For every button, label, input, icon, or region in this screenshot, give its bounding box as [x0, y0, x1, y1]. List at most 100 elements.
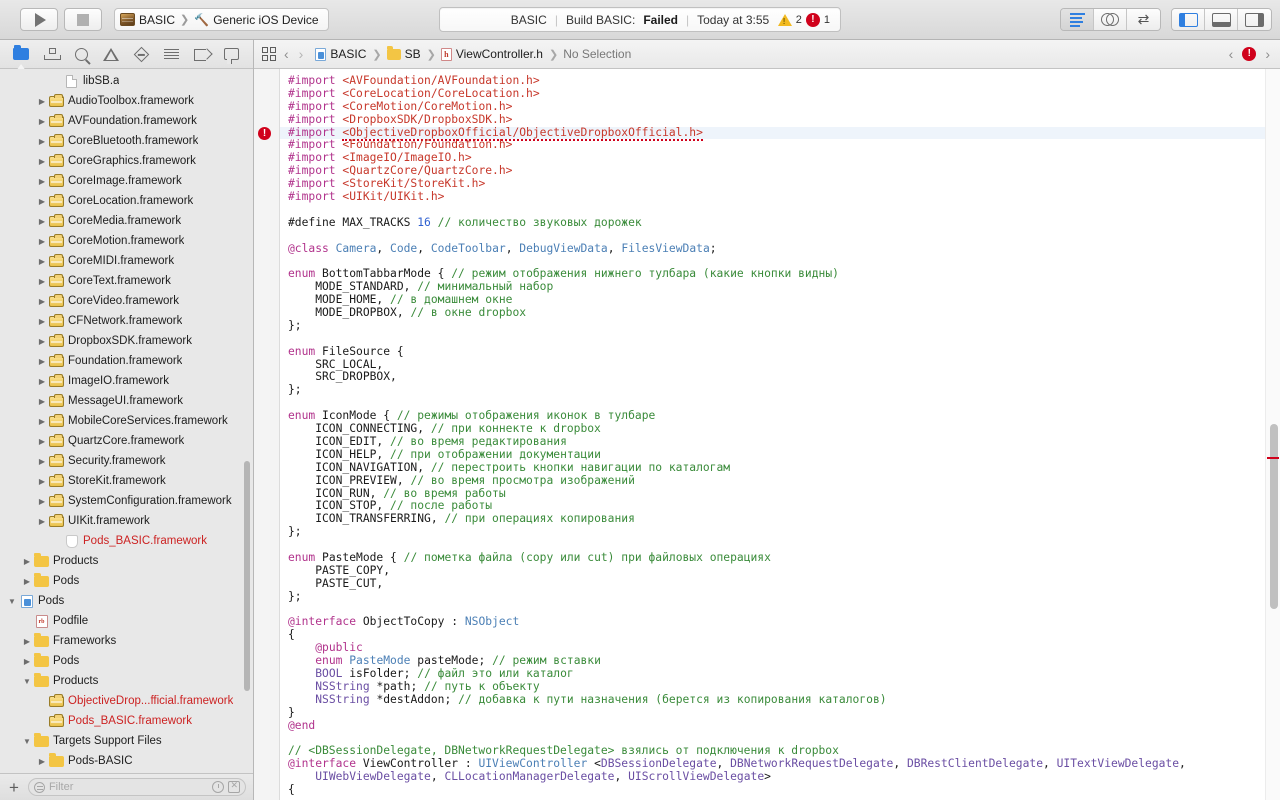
disclosure-triangle-closed[interactable] [36, 237, 48, 246]
disclosure-triangle-open[interactable] [6, 597, 18, 606]
disclosure-triangle-closed[interactable] [36, 477, 48, 486]
tab-test-navigator[interactable] [130, 44, 154, 64]
disclosure-triangle-closed[interactable] [36, 197, 48, 206]
tree-row[interactable]: CoreVideo.framework [0, 291, 253, 311]
editor-scrollbar-thumb[interactable] [1270, 424, 1278, 609]
tree-row[interactable]: Pods_BASIC.framework [0, 711, 253, 731]
gutter-error-badge[interactable]: ! [258, 127, 271, 140]
disclosure-triangle-closed[interactable] [36, 97, 48, 106]
tab-breakpoint-navigator[interactable] [190, 44, 214, 64]
disclosure-triangle-closed[interactable] [36, 357, 48, 366]
navigator-toggle-button[interactable] [1172, 9, 1205, 30]
utilities-toggle-button[interactable] [1238, 9, 1271, 30]
tree-row[interactable]: ObjectiveDrop...fficial.framework [0, 691, 253, 711]
recent-files-icon[interactable] [212, 781, 224, 793]
disclosure-triangle-closed[interactable] [36, 397, 48, 406]
tree-row[interactable]: QuartzCore.framework [0, 431, 253, 451]
tree-row[interactable]: Pods [0, 571, 253, 591]
assistant-editor-button[interactable] [1094, 9, 1127, 30]
navigate-back-button[interactable]: ‹ [282, 46, 291, 62]
tree-row[interactable]: Targets Support Files [0, 731, 253, 751]
disclosure-triangle-closed[interactable] [36, 157, 48, 166]
tree-row[interactable]: MessageUI.framework [0, 391, 253, 411]
previous-issue-button[interactable]: ‹ [1227, 46, 1236, 62]
project-file-tree[interactable]: libSB.aAudioToolbox.frameworkAVFoundatio… [0, 69, 253, 773]
tree-row[interactable]: CoreGraphics.framework [0, 151, 253, 171]
next-issue-button[interactable]: › [1263, 46, 1272, 62]
source-control-filter-icon[interactable] [228, 781, 240, 793]
navigator-scrollbar[interactable] [242, 71, 251, 771]
tree-row[interactable]: Frameworks [0, 631, 253, 651]
add-file-button[interactable]: + [7, 779, 21, 796]
disclosure-triangle-closed[interactable] [36, 277, 48, 286]
tree-row[interactable]: AVFoundation.framework [0, 111, 253, 131]
related-items-icon[interactable] [262, 47, 276, 61]
disclosure-triangle-closed[interactable] [36, 257, 48, 266]
run-button[interactable] [20, 8, 58, 31]
tree-row[interactable]: CoreText.framework [0, 271, 253, 291]
tab-report-navigator[interactable] [220, 44, 244, 64]
tree-row[interactable]: StoreKit.framework [0, 471, 253, 491]
filter-field[interactable]: Filter [28, 778, 246, 796]
disclosure-triangle-closed[interactable] [36, 437, 48, 446]
disclosure-triangle-closed[interactable] [36, 457, 48, 466]
tree-row[interactable]: Pods [0, 651, 253, 671]
tab-project-navigator[interactable] [9, 44, 33, 64]
tree-row[interactable]: SystemConfiguration.framework [0, 491, 253, 511]
tree-row[interactable]: Security.framework [0, 451, 253, 471]
disclosure-triangle-closed[interactable] [36, 117, 48, 126]
tree-row[interactable]: CoreMotion.framework [0, 231, 253, 251]
tree-row[interactable]: Pods_BASIC.framework [0, 531, 253, 551]
disclosure-triangle-closed[interactable] [21, 557, 33, 566]
tree-row[interactable]: rbPodfile [0, 611, 253, 631]
tree-row[interactable]: MobileCoreServices.framework [0, 411, 253, 431]
breadcrumb-item-file[interactable]: h ViewController.h ❯ [441, 47, 558, 61]
tab-issue-navigator[interactable] [99, 44, 123, 64]
disclosure-triangle-closed[interactable] [21, 637, 33, 646]
debug-area-toggle-button[interactable] [1205, 9, 1238, 30]
tree-row[interactable]: CoreImage.framework [0, 171, 253, 191]
tree-row[interactable]: CFNetwork.framework [0, 311, 253, 331]
disclosure-triangle-closed[interactable] [36, 177, 48, 186]
tab-find-navigator[interactable] [69, 44, 93, 64]
tree-row[interactable]: CoreBluetooth.framework [0, 131, 253, 151]
editor-scrollbar[interactable] [1265, 69, 1280, 800]
editor-gutter[interactable]: ! [254, 69, 280, 800]
disclosure-triangle-open[interactable] [21, 737, 33, 746]
breadcrumb-item-selection[interactable]: No Selection [563, 47, 631, 61]
tab-debug-navigator[interactable] [160, 44, 184, 64]
source-code-text[interactable]: #import <AVFoundation/AVFoundation.h>#im… [280, 69, 1280, 800]
tree-row[interactable]: Pods [0, 591, 253, 611]
tree-row[interactable]: UIKit.framework [0, 511, 253, 531]
tree-row[interactable]: CoreLocation.framework [0, 191, 253, 211]
disclosure-triangle-closed[interactable] [36, 417, 48, 426]
tree-row[interactable]: Pods-BASIC [0, 751, 253, 771]
disclosure-triangle-closed[interactable] [36, 337, 48, 346]
tree-row[interactable]: Products [0, 551, 253, 571]
breadcrumb-item-group[interactable]: SB ❯ [387, 47, 436, 61]
tree-row[interactable]: AudioToolbox.framework [0, 91, 253, 111]
disclosure-triangle-closed[interactable] [36, 517, 48, 526]
code-editor[interactable]: ! #import <AVFoundation/AVFoundation.h>#… [254, 69, 1280, 800]
disclosure-triangle-closed[interactable] [21, 657, 33, 666]
disclosure-triangle-closed[interactable] [36, 497, 48, 506]
tree-row[interactable]: CoreMIDI.framework [0, 251, 253, 271]
disclosure-triangle-closed[interactable] [36, 297, 48, 306]
tree-row[interactable]: CoreMedia.framework [0, 211, 253, 231]
standard-editor-button[interactable] [1061, 9, 1094, 30]
tree-row[interactable]: libSB.a [0, 71, 253, 91]
disclosure-triangle-open[interactable] [21, 677, 33, 686]
disclosure-triangle-closed[interactable] [36, 217, 48, 226]
disclosure-triangle-closed[interactable] [21, 577, 33, 586]
navigator-scrollbar-thumb[interactable] [244, 461, 250, 691]
disclosure-triangle-closed[interactable] [36, 317, 48, 326]
disclosure-triangle-closed[interactable] [36, 757, 48, 766]
version-editor-button[interactable]: ⇄ [1127, 9, 1160, 30]
disclosure-triangle-closed[interactable] [36, 377, 48, 386]
breadcrumb-item-project[interactable]: BASIC ❯ [315, 47, 381, 61]
tree-row[interactable]: Products [0, 671, 253, 691]
tree-row[interactable]: ImageIO.framework [0, 371, 253, 391]
error-icon[interactable]: ! [1242, 47, 1256, 61]
tree-row[interactable]: DropboxSDK.framework [0, 331, 253, 351]
tree-row[interactable]: Foundation.framework [0, 351, 253, 371]
